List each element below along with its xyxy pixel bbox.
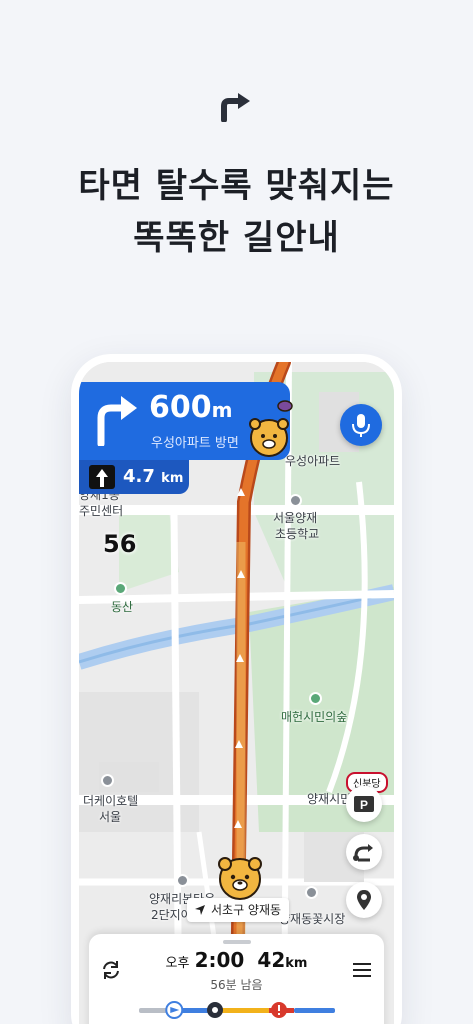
map-label-school-1: 서울양재	[273, 511, 318, 525]
reroute-button[interactable]	[346, 834, 382, 870]
current-speed: 56	[103, 530, 137, 558]
trip-distance-unit: km	[285, 956, 308, 971]
parking-icon: P	[354, 796, 374, 812]
market-icon	[305, 886, 318, 899]
map-label-center-2: 주민센터	[79, 504, 124, 518]
next-instruction-card[interactable]: 4.7 km	[79, 460, 189, 494]
hamburger-menu-icon[interactable]	[351, 960, 373, 980]
trip-summary-panel[interactable]: 오후 2:00 42km 56분 남음	[89, 934, 384, 1024]
park-icon	[309, 692, 322, 705]
headline-line-2: 똑똑한 길안내	[133, 218, 340, 258]
location-pin-button[interactable]	[346, 882, 382, 918]
headline-line-1: 타면 탈수록 맞춰지는	[78, 166, 395, 206]
mountain-icon	[114, 582, 127, 595]
map-label-school-2: 초등학교	[275, 527, 320, 541]
microphone-icon	[352, 414, 370, 437]
map-label-station-area: 양재시민	[307, 792, 352, 806]
next-distance: 4.7 km	[123, 466, 183, 487]
turn-right-icon	[97, 396, 137, 446]
traffic-segment-smooth-2	[294, 1008, 335, 1013]
map-label-apt2-2: 2단지아	[151, 908, 192, 922]
current-position-character-icon	[218, 857, 262, 900]
map-label-forest: 매헌시민의숲	[281, 710, 348, 724]
navigation-screen: 우성아파트 서울양재 초등학교 양재1동 주민센터 동산 매헌시민의숲 더케이호…	[79, 362, 394, 1024]
remaining-time: 56분 남음	[210, 978, 263, 992]
character-marker-icon	[249, 418, 289, 457]
trip-distance-value: 42	[257, 948, 286, 972]
apartment-icon	[176, 874, 189, 887]
arrival-time: 2:00	[194, 948, 245, 972]
turn-distance-unit: m	[211, 398, 233, 422]
navigation-arrow-icon	[195, 905, 205, 915]
svg-text:P: P	[360, 798, 368, 812]
current-location-label: 서초구 양재동	[211, 903, 282, 917]
turn-distance: 600m	[149, 390, 232, 425]
location-pin-icon	[357, 890, 371, 910]
map-label-hotel-1: 더케이호텔	[83, 794, 139, 808]
route-progress-bar	[139, 1001, 335, 1019]
parking-button[interactable]: P	[346, 786, 382, 822]
straight-road-icon	[89, 465, 115, 489]
headline: 타면 탈수록 맞춰지는 똑똑한 길안내	[0, 160, 473, 264]
progress-traveled	[139, 1008, 169, 1013]
map-label-apt: 우성아파트	[285, 454, 341, 468]
school-icon	[289, 494, 302, 507]
turn-distance-value: 600	[149, 390, 212, 425]
turn-right-arrow-icon	[221, 93, 250, 122]
hotel-icon	[101, 774, 114, 787]
sweet-potato-icon	[277, 400, 293, 412]
map-label-hotel-2: 서울	[99, 810, 122, 824]
voice-search-button[interactable]	[340, 404, 382, 446]
next-distance-value: 4.7	[123, 466, 155, 487]
eta-ampm: 오후	[165, 956, 190, 971]
turn-destination: 우성아파트 방면	[151, 436, 239, 451]
map-label-mountain: 동산	[111, 600, 134, 614]
next-distance-unit: km	[161, 471, 184, 486]
panel-grabber[interactable]	[223, 940, 251, 944]
reroute-icon	[353, 844, 373, 862]
eta-row: 오후 2:00 42km	[89, 948, 384, 972]
